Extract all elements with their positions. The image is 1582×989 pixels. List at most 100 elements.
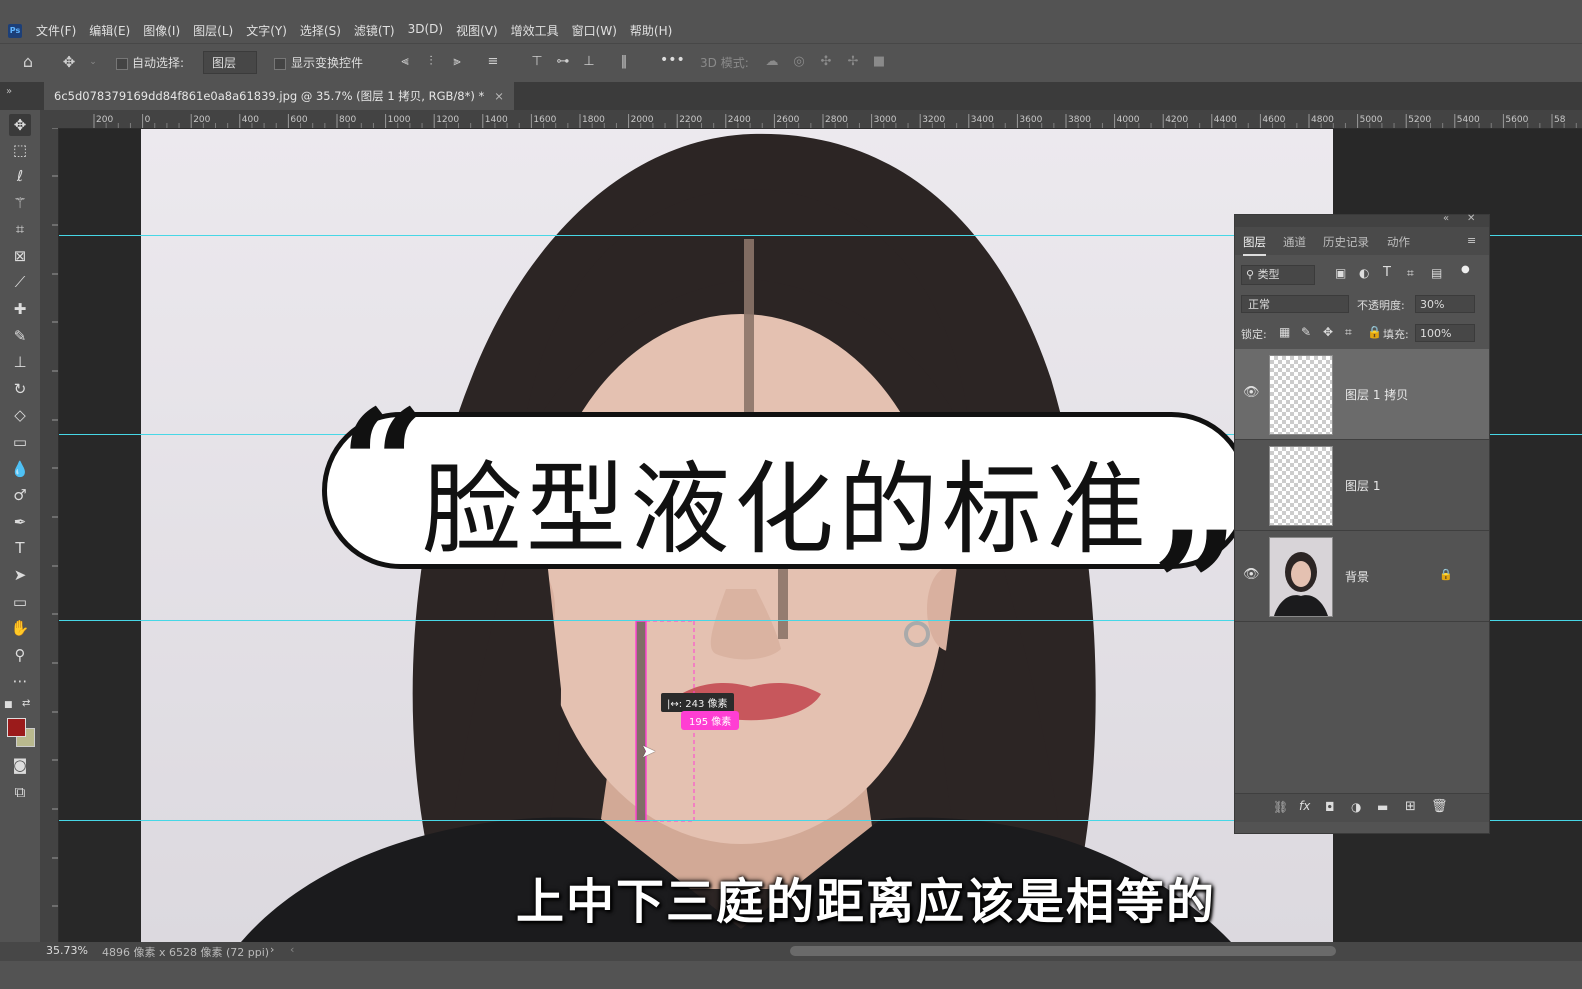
layer-row[interactable]: 👁 背景 🔒 bbox=[1235, 531, 1489, 622]
menu-layer[interactable]: 图层(L) bbox=[193, 22, 233, 39]
collapse-panel-icon[interactable]: « bbox=[1443, 213, 1449, 224]
align-bottom-icon[interactable]: ⊥ bbox=[582, 55, 596, 69]
menu-3d[interactable]: 3D(D) bbox=[408, 22, 443, 39]
chevron-down-icon[interactable]: ⌄ bbox=[86, 55, 100, 69]
menu-plugins[interactable]: 增效工具 bbox=[511, 22, 559, 39]
frame-tool-icon[interactable]: ⊠ bbox=[9, 245, 31, 267]
filter-type-icon[interactable]: T bbox=[1383, 265, 1391, 280]
add-mask-icon[interactable]: ◘ bbox=[1325, 800, 1335, 814]
menu-edit[interactable]: 编辑(E) bbox=[89, 22, 130, 39]
scroll-left-arrow[interactable]: ‹ bbox=[290, 943, 294, 956]
menu-view[interactable]: 视图(V) bbox=[456, 22, 498, 39]
hand-tool-icon[interactable]: ✋ bbox=[9, 617, 31, 639]
screen-mode-icon[interactable]: ⧉ bbox=[9, 781, 31, 803]
edit-toolbar-icon[interactable]: ⋯ bbox=[9, 670, 31, 692]
marquee-tool-icon[interactable]: ⬚ bbox=[9, 139, 31, 161]
menu-window[interactable]: 窗口(W) bbox=[572, 22, 617, 39]
history-brush-icon[interactable]: ↻ bbox=[9, 378, 31, 400]
move-tool-icon[interactable]: ✥ bbox=[9, 114, 31, 136]
tab-layers[interactable]: 图层 bbox=[1243, 234, 1266, 256]
lock-artboard-icon[interactable]: ⌗ bbox=[1345, 325, 1352, 340]
new-layer-icon[interactable]: ⊞ bbox=[1405, 799, 1416, 814]
fx-icon[interactable]: fx bbox=[1299, 799, 1310, 813]
layer-filter-dropdown[interactable]: ⚲ 类型 bbox=[1241, 265, 1315, 285]
3d-scale-icon[interactable]: ■ bbox=[872, 55, 886, 69]
status-menu-arrow[interactable]: › bbox=[270, 943, 274, 956]
delete-layer-icon[interactable]: 🗑 bbox=[1431, 799, 1448, 814]
menu-select[interactable]: 选择(S) bbox=[300, 22, 341, 39]
pen-tool-icon[interactable]: ✒ bbox=[9, 511, 31, 533]
move-tool-icon[interactable]: ✥ bbox=[62, 55, 76, 70]
filter-toggle-icon[interactable]: ● bbox=[1461, 264, 1470, 275]
opacity-input[interactable]: 30% bbox=[1415, 295, 1475, 313]
lock-all-icon[interactable]: 🔒 bbox=[1367, 325, 1382, 339]
eyedropper-icon[interactable]: ⟋ bbox=[9, 271, 31, 293]
auto-select-checkbox[interactable] bbox=[116, 58, 128, 70]
lasso-tool-icon[interactable]: ℓ bbox=[9, 165, 31, 187]
align-right-icon[interactable]: ⫸ bbox=[450, 55, 464, 69]
filter-image-icon[interactable]: ▣ bbox=[1335, 266, 1346, 280]
panel-collapse-icon[interactable]: » bbox=[6, 86, 12, 97]
zoom-level[interactable]: 35.73% bbox=[46, 944, 88, 957]
panel-menu-icon[interactable]: ≡ bbox=[1467, 234, 1476, 247]
menu-file[interactable]: 文件(F) bbox=[36, 22, 76, 39]
tab-history[interactable]: 历史记录 bbox=[1323, 234, 1369, 250]
lock-transparency-icon[interactable]: ▦ bbox=[1279, 325, 1290, 339]
menu-help[interactable]: 帮助(H) bbox=[630, 22, 672, 39]
zoom-tool-icon[interactable]: ⚲ bbox=[9, 644, 31, 666]
3d-orbit-icon[interactable]: ☁ bbox=[765, 55, 779, 69]
link-layers-icon[interactable]: ⛓ bbox=[1273, 800, 1288, 814]
distribute-icon[interactable]: ≡ bbox=[486, 55, 500, 69]
rectangle-tool-icon[interactable]: ▭ bbox=[9, 591, 31, 613]
align-top-icon[interactable]: ⊤ bbox=[530, 55, 544, 69]
foreground-color-swatch[interactable] bbox=[7, 718, 26, 737]
3d-slide-icon[interactable]: ✢ bbox=[846, 55, 860, 69]
eye-icon[interactable]: 👁 bbox=[1243, 567, 1260, 582]
horizontal-scrollbar[interactable] bbox=[790, 946, 1336, 956]
3d-pan-icon[interactable]: ✣ bbox=[819, 55, 833, 69]
swap-colors-icon[interactable]: ⇄ bbox=[22, 698, 30, 709]
layer-row[interactable]: 👁 图层 1 拷贝 bbox=[1235, 349, 1489, 440]
default-colors-icon[interactable]: ■ bbox=[4, 700, 13, 710]
fill-input[interactable]: 100% bbox=[1415, 324, 1475, 342]
gradient-tool-icon[interactable]: ▭ bbox=[9, 431, 31, 453]
menu-type[interactable]: 文字(Y) bbox=[246, 22, 287, 39]
dodge-tool-icon[interactable]: ♂ bbox=[9, 484, 31, 506]
menu-image[interactable]: 图像(I) bbox=[143, 22, 180, 39]
filter-shape-icon[interactable]: ⌗ bbox=[1407, 266, 1414, 281]
lock-pixels-icon[interactable]: ✎ bbox=[1301, 325, 1311, 339]
align-middle-icon[interactable]: ⊶ bbox=[556, 55, 570, 69]
healing-brush-icon[interactable]: ✚ bbox=[9, 298, 31, 320]
menu-filter[interactable]: 滤镜(T) bbox=[354, 22, 395, 39]
tab-channels[interactable]: 通道 bbox=[1283, 234, 1306, 250]
close-icon[interactable]: × bbox=[494, 89, 504, 103]
filter-adjustment-icon[interactable]: ◐ bbox=[1359, 266, 1369, 280]
brush-tool-icon[interactable]: ✎ bbox=[9, 325, 31, 347]
blur-tool-icon[interactable]: 💧 bbox=[9, 458, 31, 480]
document-tab[interactable]: 6c5d078379169dd84f861e0a8a61839.jpg @ 35… bbox=[44, 82, 514, 110]
close-icon[interactable]: ✕ bbox=[1467, 213, 1475, 224]
distribute-vertical-icon[interactable]: ‖ bbox=[617, 55, 631, 69]
3d-roll-icon[interactable]: ◎ bbox=[792, 55, 806, 69]
auto-select-dropdown[interactable]: 图层 bbox=[203, 51, 258, 74]
align-center-icon[interactable]: ⫶ bbox=[424, 55, 438, 69]
lock-position-icon[interactable]: ✥ bbox=[1323, 325, 1333, 339]
new-group-icon[interactable]: ▬ bbox=[1377, 800, 1388, 814]
filter-smart-object-icon[interactable]: ▤ bbox=[1431, 266, 1442, 280]
layer-row[interactable]: 图层 1 bbox=[1235, 440, 1489, 531]
stamp-tool-icon[interactable]: ⊥ bbox=[9, 351, 31, 373]
path-select-icon[interactable]: ➤ bbox=[9, 564, 31, 586]
crop-tool-icon[interactable]: ⌗ bbox=[9, 218, 31, 240]
magic-wand-icon[interactable]: ⚚ bbox=[9, 192, 31, 214]
show-transform-checkbox[interactable] bbox=[274, 58, 286, 70]
tab-actions[interactable]: 动作 bbox=[1387, 234, 1410, 250]
home-icon[interactable]: ⌂ bbox=[21, 54, 35, 70]
type-tool-icon[interactable]: T bbox=[9, 537, 31, 559]
eraser-tool-icon[interactable]: ◇ bbox=[9, 404, 31, 426]
blend-mode-dropdown[interactable]: 正常 bbox=[1241, 295, 1349, 313]
eye-icon[interactable]: 👁 bbox=[1243, 385, 1260, 400]
adjustment-layer-icon[interactable]: ◑ bbox=[1351, 800, 1361, 814]
align-left-icon[interactable]: ⫷ bbox=[398, 55, 412, 69]
more-options-icon[interactable]: ••• bbox=[660, 52, 685, 68]
quick-mask-icon[interactable]: ◙ bbox=[9, 754, 31, 776]
